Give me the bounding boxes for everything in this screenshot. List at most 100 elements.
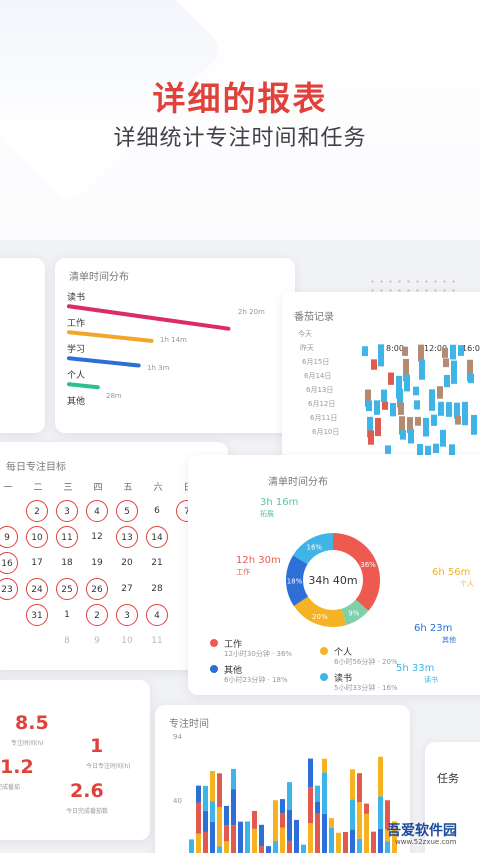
focus-bar-segment: [287, 809, 292, 841]
pomodoro-records-card[interactable]: 番茄记录 8:0012:0016:00 今天昨天6月15日6月14日6月13日6…: [282, 292, 480, 472]
timeline-blocks: [362, 344, 477, 468]
watermark-url: www.52zxue.com: [395, 838, 457, 846]
record-block: [419, 359, 425, 380]
focus-bar-segment: [378, 796, 383, 829]
focus-bar-segment: [203, 831, 208, 853]
record-block: [438, 401, 444, 416]
focus-bar-segment: [357, 802, 362, 839]
focus-bar-segment: [371, 831, 376, 853]
calendar-day[interactable]: 17: [26, 552, 48, 574]
record-block: [375, 417, 381, 437]
focus-bar-segment: [322, 758, 327, 773]
focus-bar-segment: [259, 824, 264, 847]
card-title: 任务: [437, 772, 459, 785]
callout-time: 3h 16m: [260, 497, 299, 508]
calendar-day[interactable]: 11: [56, 526, 78, 548]
focus-bar-segment: [189, 839, 194, 853]
calendar-day[interactable]: 5: [116, 500, 138, 522]
calendar-day[interactable]: 4: [146, 604, 168, 626]
calendar-day[interactable]: 10: [116, 630, 138, 652]
record-block: [388, 372, 394, 385]
calendar-day[interactable]: 24: [26, 578, 48, 600]
record-block: [417, 443, 423, 456]
weekday-label: 五: [123, 483, 133, 493]
focus-bar-segment: [245, 821, 250, 853]
calendar-day[interactable]: 18: [56, 552, 78, 574]
calendar-day[interactable]: 16: [0, 552, 18, 574]
calendar-day[interactable]: 2: [86, 604, 108, 626]
calendar-day[interactable]: 25: [56, 578, 78, 600]
calendar-day[interactable]: 3: [56, 500, 78, 522]
callout-name: 读书: [424, 676, 438, 684]
focus-bar-segment: [364, 813, 369, 853]
calendar-day[interactable]: 13: [116, 526, 138, 548]
callout-name: 工作: [236, 568, 250, 576]
record-block: [366, 400, 372, 412]
donut-center-total: 34h 40m: [308, 574, 357, 587]
focus-bar-segment: [196, 833, 201, 853]
calendar-day[interactable]: 19: [86, 552, 108, 574]
weekday-label: 二: [33, 483, 43, 493]
calendar-day[interactable]: 21: [146, 552, 168, 574]
record-block: [458, 345, 464, 356]
focus-bar-segment: [203, 785, 208, 811]
legend-detail: 12小时30分钟 · 36%: [224, 650, 293, 658]
calendar-day[interactable]: 26: [86, 578, 108, 600]
donut-slice: [293, 596, 347, 627]
calendar-day[interactable]: 14: [146, 526, 168, 548]
focus-bar-segment: [210, 801, 215, 822]
donut-distribution-card[interactable]: 清单时间分布 36% 9% 20% 18% 16% 34h 40m 3h 16m 拓展 12h…: [188, 455, 480, 695]
slice-label: 16%: [307, 543, 323, 551]
callout-time: 6h 56m: [432, 567, 471, 578]
focus-bars: [189, 756, 397, 853]
calendar-day[interactable]: 1: [56, 604, 78, 626]
weekday-label: 一: [3, 483, 13, 493]
calendar-day[interactable]: 20: [116, 552, 138, 574]
calendar-day[interactable]: 11: [146, 630, 168, 652]
calendar-day[interactable]: 23: [0, 578, 18, 600]
watermark: 吾爱软件园 www.52zxue.com: [385, 818, 480, 853]
record-block: [378, 344, 384, 367]
focus-bar-segment: [273, 840, 278, 853]
donut-slice: [333, 533, 380, 611]
calendar-day[interactable]: 9: [86, 630, 108, 652]
record-block: [455, 416, 461, 425]
focus-bar-segment: [210, 770, 215, 802]
bar-label: 其他: [67, 397, 86, 407]
bar-label: 工作: [67, 319, 86, 329]
record-block: [451, 360, 457, 384]
calendar-day[interactable]: 2: [26, 500, 48, 522]
focus-bar-segment: [280, 827, 285, 853]
bar-fill: [66, 356, 141, 368]
stat-value: 8.5: [15, 712, 49, 734]
calendar-day[interactable]: 6: [146, 500, 168, 522]
calendar-day[interactable]: 9: [0, 526, 18, 548]
calendar-day[interactable]: 10: [26, 526, 48, 548]
stat-label: 专注时间(h): [11, 740, 44, 747]
bar-value: 28m: [106, 392, 122, 400]
legend-dot: [210, 639, 218, 647]
focus-bar-segment: [329, 818, 334, 828]
list-distribution-card[interactable]: 清单时间分布 读书 2h 20m 工作 1h 14m 学习 1h 3m 个人 28m 其他: [55, 258, 295, 433]
focus-bar-segment: [217, 846, 222, 853]
focus-bar-segment: [266, 846, 271, 853]
calendar-day[interactable]: 3: [116, 604, 138, 626]
focus-bar-segment: [322, 813, 327, 853]
calendar-day[interactable]: 31: [26, 604, 48, 626]
watermark-title: 吾爱软件园: [387, 823, 457, 839]
stat-label: 今日专注时间(h): [86, 763, 131, 770]
focus-bar-segment: [350, 829, 355, 853]
record-block: [423, 417, 429, 437]
hero-subtitle: 详细统计专注时间和任务: [113, 126, 367, 151]
record-block: [415, 416, 421, 426]
calendar-day[interactable]: 8: [56, 630, 78, 652]
calendar-day[interactable]: 27: [116, 578, 138, 600]
calendar-day[interactable]: 12: [86, 526, 108, 548]
stat-value: 1.2: [0, 756, 34, 778]
focus-bar-segment: [210, 821, 215, 853]
partial-left-card: [0, 258, 45, 433]
focus-time-card[interactable]: 专注时间 94 40: [155, 705, 410, 853]
calendar-day[interactable]: 4: [86, 500, 108, 522]
calendar-day[interactable]: 28: [146, 578, 168, 600]
record-block: [398, 402, 404, 415]
